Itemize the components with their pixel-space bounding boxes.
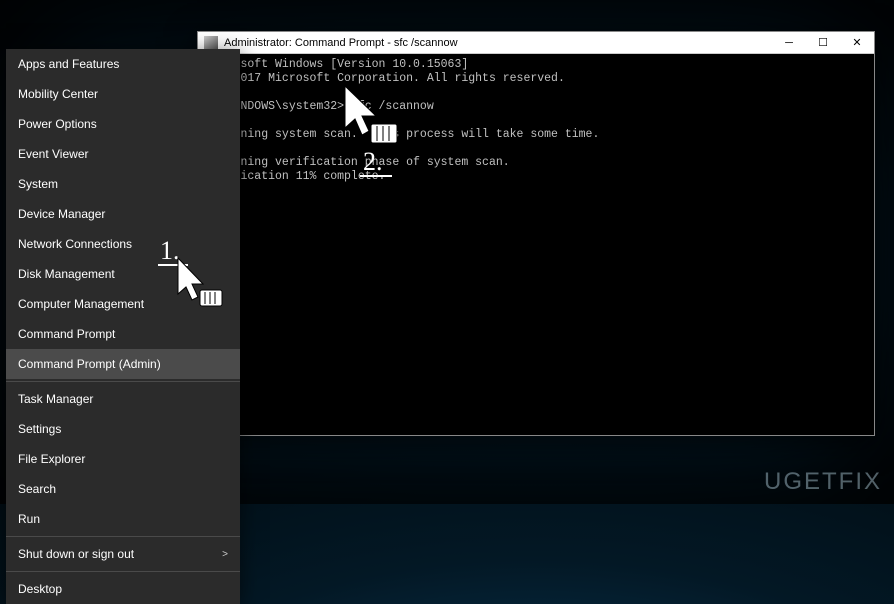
menu-item-label: Mobility Center	[18, 87, 98, 101]
menu-item-label: File Explorer	[18, 452, 85, 466]
menu-item-label: Command Prompt	[18, 327, 115, 341]
menu-item-network-connections[interactable]: Network Connections	[6, 229, 240, 259]
menu-item-apps-and-features[interactable]: Apps and Features	[6, 49, 240, 79]
menu-item-search[interactable]: Search	[6, 474, 240, 504]
cmd-output[interactable]: Microsoft Windows [Version 10.0.15063] (…	[198, 54, 874, 435]
menu-separator	[6, 381, 240, 382]
command-prompt-window: Administrator: Command Prompt - sfc /sca…	[197, 31, 875, 436]
minimize-button[interactable]: ─	[772, 32, 806, 54]
menu-item-mobility-center[interactable]: Mobility Center	[6, 79, 240, 109]
menu-item-label: Desktop	[18, 582, 62, 596]
menu-item-label: Shut down or sign out	[18, 547, 134, 561]
chevron-right-icon: >	[222, 549, 228, 560]
close-button[interactable]: ✕	[840, 32, 874, 54]
menu-item-command-prompt-admin[interactable]: Command Prompt (Admin)	[6, 349, 240, 379]
menu-item-system[interactable]: System	[6, 169, 240, 199]
menu-item-label: Settings	[18, 422, 61, 436]
menu-item-label: Event Viewer	[18, 147, 88, 161]
menu-item-label: Network Connections	[18, 237, 132, 251]
menu-item-command-prompt[interactable]: Command Prompt	[6, 319, 240, 349]
menu-item-label: Device Manager	[18, 207, 105, 221]
window-buttons: ─ ☐ ✕	[772, 32, 874, 54]
menu-item-device-manager[interactable]: Device Manager	[6, 199, 240, 229]
menu-item-label: Command Prompt (Admin)	[18, 357, 161, 371]
winx-context-menu: Apps and Features Mobility Center Power Op…	[6, 49, 240, 604]
cmd-icon	[204, 36, 218, 50]
menu-item-label: Computer Management	[18, 297, 144, 311]
menu-item-disk-management[interactable]: Disk Management	[6, 259, 240, 289]
menu-item-label: Disk Management	[18, 267, 115, 281]
menu-item-label: Search	[18, 482, 56, 496]
menu-item-label: Apps and Features	[18, 57, 119, 71]
menu-item-power-options[interactable]: Power Options	[6, 109, 240, 139]
menu-item-shut-down-or-sign-out[interactable]: Shut down or sign out >	[6, 539, 240, 569]
menu-separator	[6, 536, 240, 537]
menu-item-task-manager[interactable]: Task Manager	[6, 384, 240, 414]
menu-item-run[interactable]: Run	[6, 504, 240, 534]
menu-item-label: Run	[18, 512, 40, 526]
maximize-button[interactable]: ☐	[806, 32, 840, 54]
menu-item-event-viewer[interactable]: Event Viewer	[6, 139, 240, 169]
watermark-text: UGETFIX	[764, 468, 882, 496]
menu-item-settings[interactable]: Settings	[6, 414, 240, 444]
menu-item-label: System	[18, 177, 58, 191]
menu-item-file-explorer[interactable]: File Explorer	[6, 444, 240, 474]
menu-item-desktop[interactable]: Desktop	[6, 574, 240, 604]
menu-separator	[6, 571, 240, 572]
menu-item-label: Power Options	[18, 117, 97, 131]
cmd-titlebar[interactable]: Administrator: Command Prompt - sfc /sca…	[198, 32, 874, 54]
cmd-window-title: Administrator: Command Prompt - sfc /sca…	[224, 37, 772, 49]
menu-item-computer-management[interactable]: Computer Management	[6, 289, 240, 319]
menu-item-label: Task Manager	[18, 392, 93, 406]
